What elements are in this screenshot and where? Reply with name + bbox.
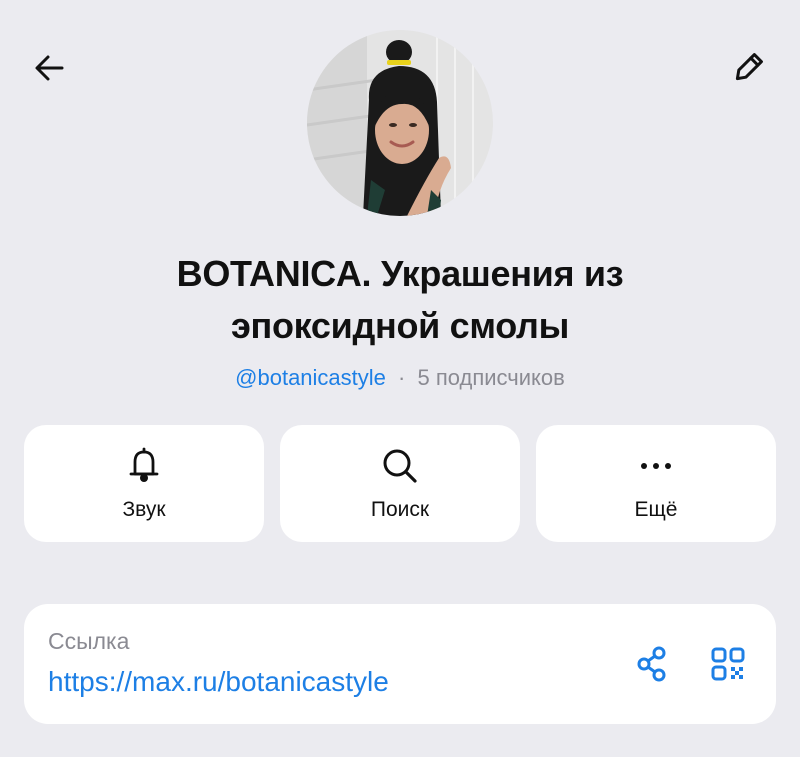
channel-profile-screen: BOTANICA. Украшения из эпоксидной смолы … (0, 0, 800, 757)
search-button[interactable]: Поиск (280, 425, 520, 542)
sound-button-label: Звук (122, 497, 166, 521)
channel-title: BOTANICA. Украшения из эпоксидной смолы (80, 248, 720, 352)
arrow-left-icon (35, 55, 64, 81)
separator-dot: · (398, 365, 406, 390)
pencil-icon (735, 53, 763, 81)
action-buttons-row: Звук Поиск Ещё (24, 425, 776, 542)
avatar-photo (307, 30, 493, 216)
subscribers-count: 5 подписчиков (417, 365, 565, 390)
link-url[interactable]: https://max.ru/botanicastyle (48, 666, 389, 698)
channel-subline: @botanicastyle · 5 подписчиков (0, 362, 800, 394)
qr-code-icon (711, 647, 745, 681)
sound-button[interactable]: Звук (24, 425, 264, 542)
back-button[interactable] (22, 40, 78, 96)
edit-button[interactable] (720, 40, 776, 96)
search-button-label: Поиск (370, 497, 430, 521)
channel-handle[interactable]: @botanicastyle (235, 365, 386, 390)
link-card: Ссылка https://max.ru/botanicastyle (24, 604, 776, 724)
search-icon (383, 449, 417, 483)
link-label: Ссылка (48, 628, 130, 654)
channel-title-line-2: эпоксидной смолы (230, 305, 570, 346)
channel-avatar[interactable] (307, 30, 493, 216)
more-dots-icon (641, 462, 671, 469)
share-icon (637, 646, 666, 682)
channel-title-line-1: BOTANICA. Украшения из (176, 253, 624, 294)
more-button[interactable]: Ещё (536, 425, 776, 542)
qr-code-button[interactable] (704, 640, 752, 688)
share-button[interactable] (628, 640, 676, 688)
bell-icon (129, 447, 159, 482)
more-button-label: Ещё (634, 497, 678, 521)
